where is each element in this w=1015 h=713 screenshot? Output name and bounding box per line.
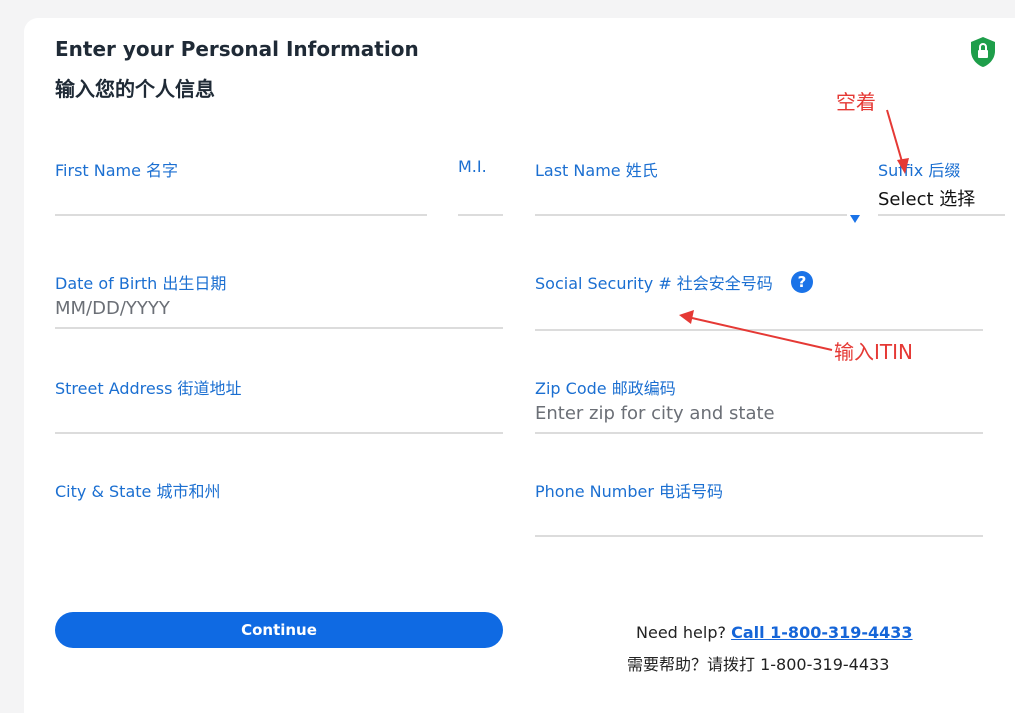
annotation-arrowhead-ssn: [679, 310, 694, 324]
annotation-arrow-suffix: [886, 109, 904, 166]
annotation-arrow-ssn: [691, 317, 833, 351]
annotation-arrows: [679, 109, 909, 351]
annotation-arrowhead-suffix: [897, 158, 909, 174]
